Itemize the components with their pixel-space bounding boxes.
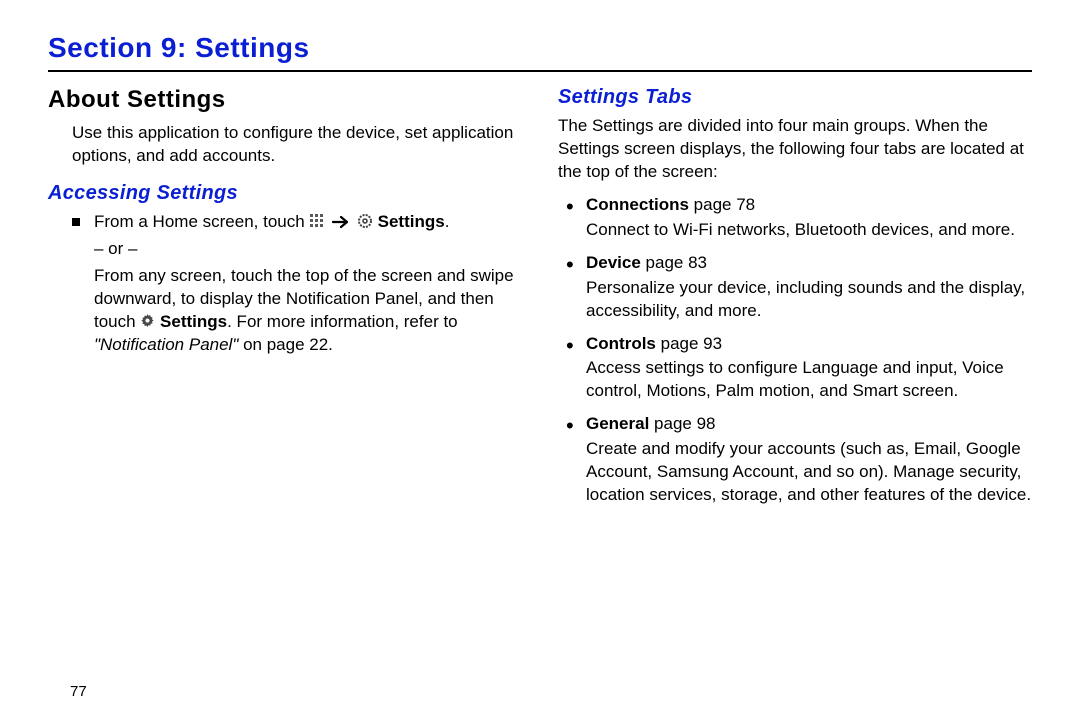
list-item: Controls page 93 Access settings to conf… <box>566 333 1032 404</box>
line1-prefix: From a Home screen, touch <box>94 212 309 231</box>
manual-page: Section 9: Settings About Settings Use t… <box>0 0 1080 720</box>
item-desc: Connect to Wi-Fi networks, Bluetooth dev… <box>586 219 1032 242</box>
item-label: Device <box>586 253 641 272</box>
item-label: Connections <box>586 195 689 214</box>
accessing-step-para2: From any screen, touch the top of the sc… <box>94 265 522 357</box>
section-title: Section 9: Settings <box>48 32 1032 64</box>
about-settings-intro: Use this application to configure the de… <box>72 122 522 168</box>
item-desc: Personalize your device, including sound… <box>586 277 1032 323</box>
accessing-step-content: From a Home screen, touch <box>94 211 522 357</box>
accessing-step-line1: From a Home screen, touch <box>94 211 522 234</box>
two-column-layout: About Settings Use this application to c… <box>48 86 1032 511</box>
or-line: – or – <box>94 238 522 261</box>
settings-label-bold-1: Settings <box>378 212 445 231</box>
settings-tabs-intro: The Settings are divided into four main … <box>558 115 1032 184</box>
left-column: About Settings Use this application to c… <box>48 86 522 511</box>
item-label: General <box>586 414 649 433</box>
arrow-right-icon <box>332 215 350 229</box>
item-page: page 78 <box>689 195 755 214</box>
apps-grid-icon <box>309 213 325 229</box>
para2-c: . For more information, refer to <box>227 312 458 331</box>
settings-label-bold-2: Settings <box>160 312 227 331</box>
page-number: 77 <box>70 683 87 700</box>
item-desc: Access settings to configure Language an… <box>586 357 1032 403</box>
about-settings-heading: About Settings <box>48 86 522 114</box>
list-item: General page 98 Create and modify your a… <box>566 413 1032 507</box>
settings-tabs-list: Connections page 78 Connect to Wi-Fi net… <box>566 194 1032 507</box>
list-item: Device page 83 Personalize your device, … <box>566 252 1032 323</box>
ref-tail: on page 22. <box>238 335 333 354</box>
square-bullet-icon <box>72 218 80 226</box>
item-page: page 98 <box>649 414 715 433</box>
item-page: page 83 <box>641 253 707 272</box>
accessing-settings-heading: Accessing Settings <box>48 182 522 205</box>
notification-panel-ref: "Notification Panel" <box>94 335 238 354</box>
line1-period: . <box>445 212 450 231</box>
settings-tabs-heading: Settings Tabs <box>558 86 1032 109</box>
right-column: Settings Tabs The Settings are divided i… <box>558 86 1032 511</box>
settings-ring-icon <box>357 213 373 229</box>
list-item: Connections page 78 Connect to Wi-Fi net… <box>566 194 1032 242</box>
section-rule <box>48 70 1032 72</box>
gear-icon <box>140 314 155 329</box>
item-label: Controls <box>586 334 656 353</box>
item-page: page 93 <box>656 334 722 353</box>
accessing-step: From a Home screen, touch <box>72 211 522 357</box>
item-desc: Create and modify your accounts (such as… <box>586 438 1032 507</box>
